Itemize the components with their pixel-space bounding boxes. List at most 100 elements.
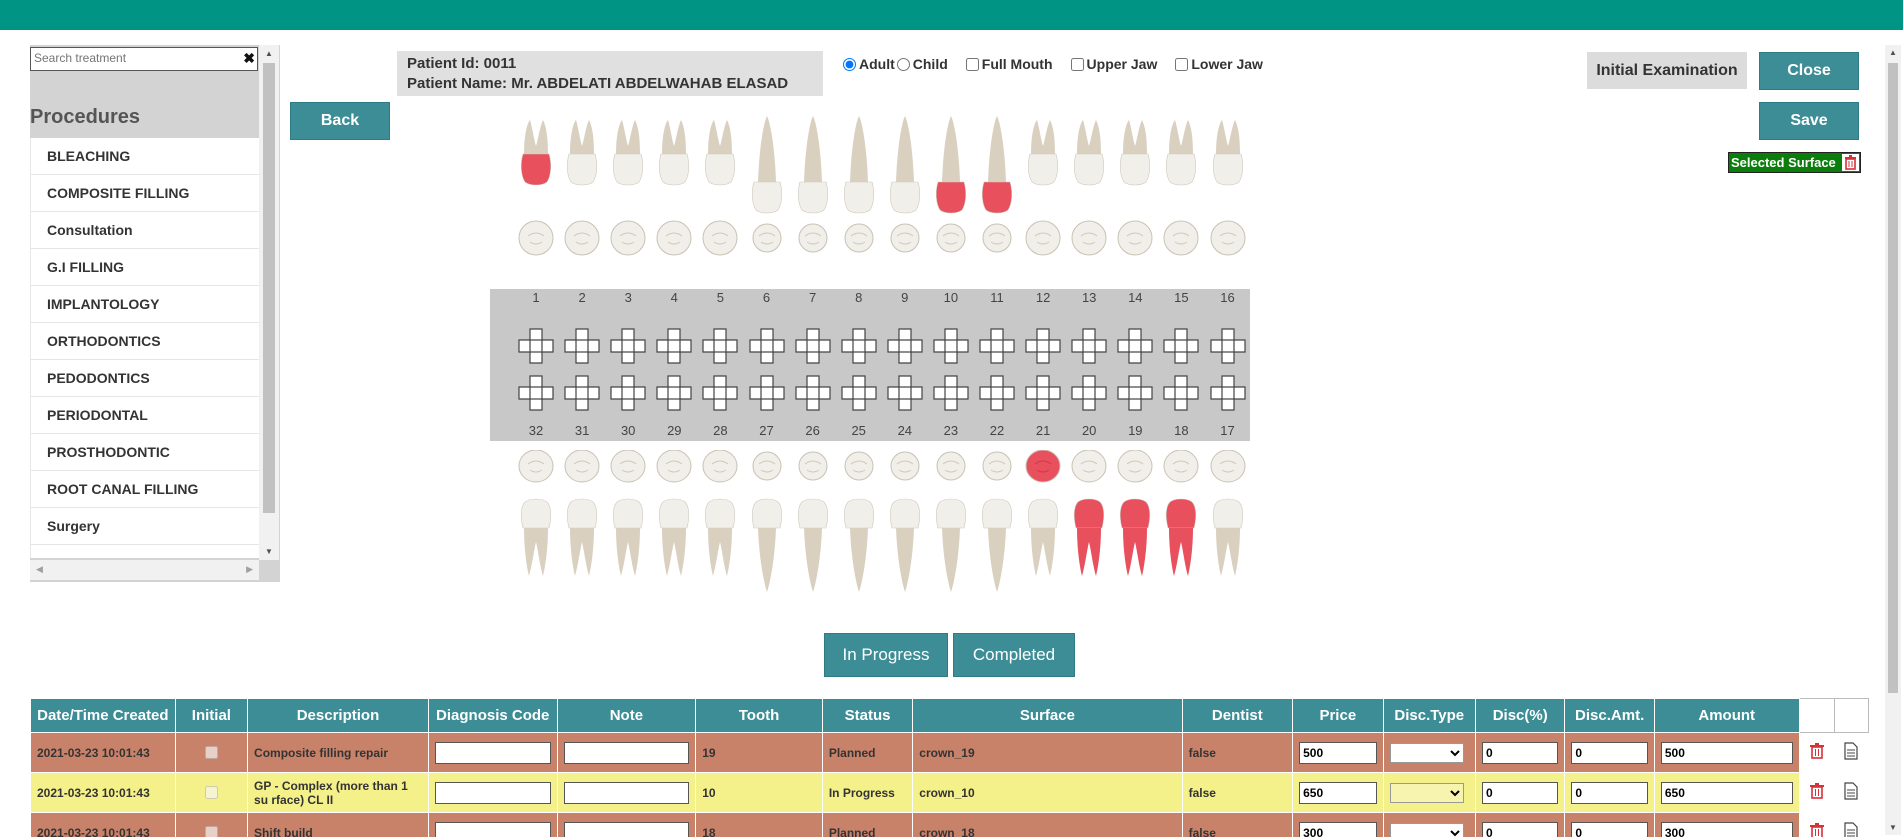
surface-selector-25-lower[interactable] [841,375,877,411]
document-icon[interactable] [1843,782,1859,803]
tooth-18[interactable] [1161,449,1201,603]
scroll-left-icon[interactable]: ◀ [36,564,43,575]
surface-selector-27-lower[interactable] [748,375,785,411]
diagnosis-code-input[interactable] [434,821,551,837]
scroll-right-icon[interactable]: ▶ [246,564,253,575]
tooth-21[interactable] [1023,449,1063,603]
surface-selector-2-upper[interactable] [564,328,600,364]
page-scroll-thumb[interactable] [1888,63,1898,693]
surface-selector-4-upper[interactable] [656,328,692,364]
initial-examination-button[interactable]: Initial Examination [1587,52,1747,89]
amount-input[interactable] [1660,781,1793,804]
col-disc-pct[interactable]: Disc(%) [1474,698,1566,733]
surface-selector-28-lower[interactable] [702,375,738,411]
tooth-27[interactable] [747,450,787,603]
col-disc-amt[interactable]: Disc.Amt. [1564,698,1655,733]
scroll-down-icon[interactable]: ▼ [265,547,273,556]
procedures-horizontal-scrollbar[interactable]: ◀ ▶ [30,560,259,580]
col-amount[interactable]: Amount [1653,698,1800,733]
tooth-14[interactable] [1115,112,1155,265]
col-dentist[interactable]: Dentist [1181,698,1294,733]
procedure-item[interactable]: COMPOSITE FILLING [30,175,259,212]
tooth-7[interactable] [793,112,833,265]
trash-icon[interactable] [1842,154,1859,171]
surface-selector-23-lower[interactable] [933,375,969,411]
amount-input[interactable] [1660,741,1793,764]
procedure-item[interactable]: G.I FILLING [30,249,259,286]
col-tooth[interactable]: Tooth [695,698,823,733]
price-input[interactable] [1299,781,1377,804]
col-surface[interactable]: Surface [912,698,1183,733]
scroll-up-icon[interactable]: ▲ [1889,48,1897,57]
procedure-item[interactable]: PEDODONTICS [30,360,259,397]
disc-amt-input[interactable] [1571,821,1648,837]
surface-selector-26-lower[interactable] [794,375,831,411]
tooth-16[interactable] [1208,112,1248,265]
scroll-down-icon[interactable]: ▼ [1889,823,1897,832]
surface-selector-12-upper[interactable] [1025,328,1061,364]
surface-selector-1-upper[interactable] [518,328,554,364]
tooth-24[interactable] [885,450,925,603]
note-input[interactable] [563,821,690,837]
delete-icon[interactable] [1809,782,1825,803]
surface-selector-5-upper[interactable] [702,328,738,364]
initial-checkbox[interactable] [204,746,218,759]
tooth-4[interactable] [654,112,694,265]
tooth-25[interactable] [839,450,879,603]
adult-option[interactable]: Adult [843,56,895,72]
surface-selector-6-upper[interactable] [748,328,785,364]
surface-selector-7-upper[interactable] [794,328,831,364]
tooth-23[interactable] [931,450,971,603]
surface-selector-10-upper[interactable] [933,328,969,364]
full-mouth-checkbox[interactable] [965,57,979,71]
procedure-item[interactable]: ORTHODONTICS [30,323,259,360]
page-scrollbar[interactable]: ▲ ▼ [1885,45,1901,835]
surface-selector-17-lower[interactable] [1209,375,1246,411]
procedure-item[interactable]: PERIODONTAL [30,397,259,434]
surface-selector-24-lower[interactable] [887,375,923,411]
document-icon[interactable] [1843,822,1859,837]
tooth-1[interactable] [516,112,556,265]
procedure-item[interactable]: ROOT CANAL FILLING [30,471,259,508]
child-radio[interactable] [896,57,910,71]
save-button[interactable]: Save [1759,102,1859,140]
child-option[interactable]: Child [896,56,948,72]
col-date[interactable]: Date/Time Created [30,698,176,733]
disc-pct-input[interactable] [1481,741,1559,764]
disc-pct-input[interactable] [1481,781,1559,804]
surface-selector-11-upper[interactable] [979,328,1015,364]
back-button[interactable]: Back [290,102,390,140]
scroll-up-icon[interactable]: ▲ [265,49,273,58]
price-input[interactable] [1299,821,1377,837]
diagnosis-code-input[interactable] [434,741,551,764]
tooth-9[interactable] [885,112,925,265]
delete-icon[interactable] [1809,742,1825,763]
completed-button[interactable]: Completed [953,633,1075,677]
col-note[interactable]: Note [556,698,697,733]
surface-selector-19-lower[interactable] [1117,375,1153,411]
adult-radio[interactable] [843,57,856,71]
surface-selector-20-lower[interactable] [1071,375,1107,411]
lower-jaw-option[interactable]: Lower Jaw [1175,56,1263,72]
surface-selector-3-upper[interactable] [610,328,646,364]
delete-icon[interactable] [1809,822,1825,837]
surface-selector-29-lower[interactable] [656,375,692,411]
close-button[interactable]: Close [1759,52,1859,90]
surface-selector-13-upper[interactable] [1071,328,1107,364]
col-status[interactable]: Status [821,698,914,733]
scroll-thumb[interactable] [263,63,275,513]
tooth-20[interactable] [1069,449,1109,603]
price-input[interactable] [1299,741,1377,764]
search-input[interactable] [31,48,231,68]
tooth-12[interactable] [1023,112,1063,265]
disc-type-select[interactable] [1389,782,1464,803]
full-mouth-option[interactable]: Full Mouth [965,56,1053,72]
tooth-15[interactable] [1161,112,1201,265]
in-progress-button[interactable]: In Progress [824,633,948,677]
disc-amt-input[interactable] [1571,781,1648,804]
tooth-26[interactable] [793,450,833,603]
tooth-29[interactable] [654,449,694,603]
tooth-22[interactable] [977,450,1017,603]
tooth-17[interactable] [1208,449,1248,603]
upper-jaw-checkbox[interactable] [1070,57,1084,71]
